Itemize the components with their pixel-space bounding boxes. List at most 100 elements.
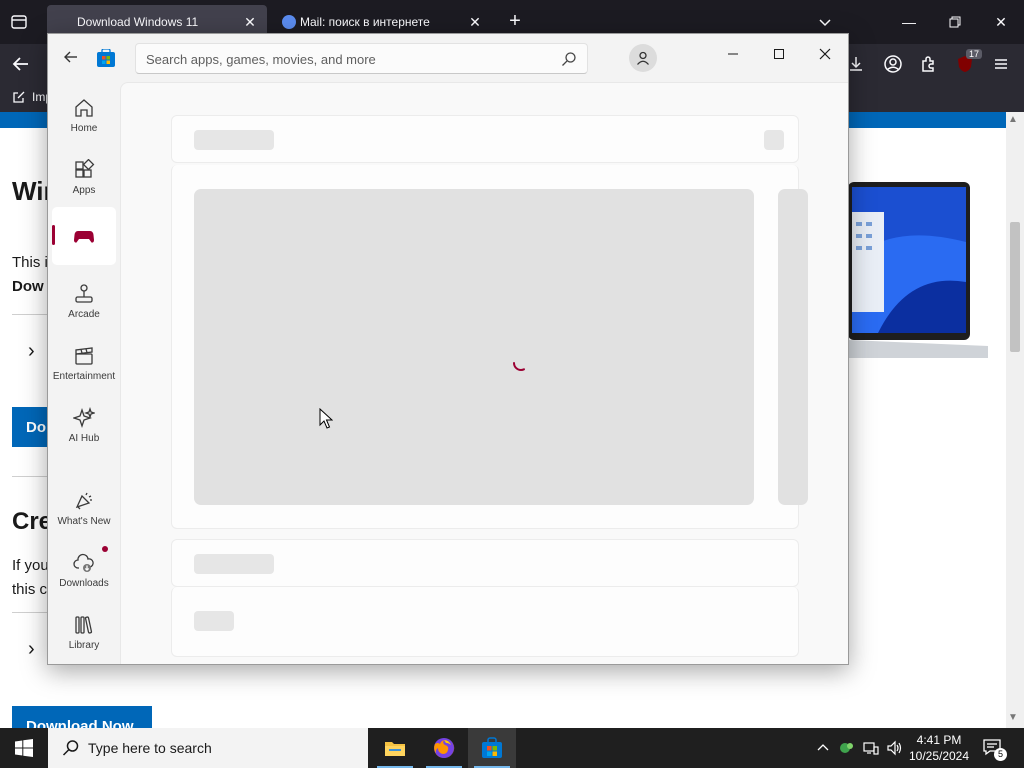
download-now-button[interactable]: Download Now — [12, 706, 152, 728]
tab-label: Download Windows 11 — [77, 15, 199, 29]
extension-badge: 17 — [965, 49, 982, 59]
close-button[interactable] — [810, 40, 840, 68]
clock-time: 4:41 PM — [916, 733, 962, 747]
nav-label: Library — [68, 639, 100, 651]
nav-item-apps[interactable]: Apps — [52, 148, 116, 206]
page-scrollbar[interactable] — [1006, 112, 1024, 728]
file-explorer-button[interactable] — [371, 728, 419, 768]
microsoft-store-window: Home Apps Arcade Entertainment AI Hub Wh… — [47, 33, 849, 665]
section-text: If you this c — [12, 554, 49, 602]
menu-hamburger-icon[interactable] — [990, 53, 1012, 75]
nav-item-home[interactable]: Home — [52, 86, 116, 144]
skeleton-section-header — [171, 539, 799, 587]
store-title-bar — [48, 34, 848, 82]
nav-label: Downloads — [59, 577, 109, 589]
section-text-line: If you — [12, 557, 49, 574]
chevron-up-icon[interactable] — [815, 740, 831, 756]
list-all-tabs-icon[interactable] — [9, 12, 29, 32]
extensions-icon[interactable] — [918, 53, 940, 75]
nav-label: Home — [70, 122, 98, 134]
library-icon — [75, 615, 93, 634]
chevron-down-icon[interactable] — [816, 13, 834, 31]
nav-item-whats-new[interactable]: What's New — [52, 479, 116, 537]
laptop-image — [848, 182, 988, 358]
store-content-area — [120, 82, 848, 664]
nav-label: Arcade — [68, 308, 100, 320]
scrollbar-thumb[interactable] — [1010, 222, 1020, 352]
apps-icon — [75, 158, 95, 178]
skeleton-item — [194, 611, 234, 631]
store-logo-icon — [97, 49, 115, 67]
restore-browser-button[interactable] — [940, 8, 970, 36]
megaphone-icon — [75, 492, 92, 509]
nav-label: AI Hub — [68, 432, 100, 444]
selected-indicator — [52, 225, 55, 245]
nav-item-ai-hub[interactable]: AI Hub — [52, 396, 116, 454]
page-text: This i — [12, 254, 48, 271]
chevron-right-icon[interactable]: › — [28, 638, 35, 661]
skeleton-section-card — [171, 587, 799, 657]
joystick-icon — [75, 283, 93, 303]
skeleton-title — [194, 130, 274, 150]
ublock-icon[interactable]: 17 — [954, 49, 982, 75]
skeleton-title — [194, 554, 274, 574]
windows-logo-icon — [15, 739, 33, 757]
cloud-download-icon — [73, 553, 94, 572]
notification-count-badge: 5 — [994, 748, 1007, 761]
nav-item-entertainment[interactable]: Entertainment — [52, 334, 116, 392]
sparkle-icon — [73, 406, 95, 428]
maximize-button[interactable] — [764, 40, 794, 68]
nav-label: Entertainment — [52, 370, 116, 382]
nav-label: What's New — [57, 515, 111, 527]
store-nav-rail: Home Apps Arcade Entertainment AI Hub Wh… — [48, 82, 120, 664]
clock-date: 10/25/2024 — [908, 749, 970, 763]
windows-taskbar: Type here to search 4:41 PM 10/25/2024 5 — [0, 728, 1024, 768]
clapperboard-icon — [75, 346, 93, 365]
volume-icon[interactable] — [886, 740, 902, 756]
close-browser-button[interactable]: ✕ — [986, 8, 1016, 36]
close-tab-icon[interactable]: ✕ — [243, 15, 257, 29]
gamepad-icon — [74, 231, 94, 243]
chevron-right-icon[interactable]: › — [28, 340, 35, 363]
search-icon — [62, 740, 79, 756]
taskbar-search-box[interactable]: Type here to search — [48, 728, 368, 768]
firefox-button[interactable] — [420, 728, 468, 768]
minimize-browser-button[interactable]: — — [894, 8, 924, 36]
skeleton-button — [764, 130, 784, 150]
store-icon — [482, 737, 502, 758]
home-icon — [75, 98, 93, 117]
folder-icon — [385, 742, 405, 756]
close-tab-icon[interactable]: ✕ — [468, 15, 482, 29]
account-icon[interactable] — [882, 53, 904, 75]
skeleton-hero-next — [778, 189, 808, 505]
store-search-input[interactable] — [146, 50, 546, 68]
taskbar-clock[interactable]: 4:41 PM 10/25/2024 — [905, 732, 973, 764]
back-arrow-icon[interactable] — [62, 48, 82, 68]
loading-spinner-icon — [513, 362, 529, 371]
new-tab-icon[interactable]: + — [505, 11, 525, 32]
update-badge-dot — [102, 546, 108, 552]
tray-app-icon[interactable] — [839, 740, 855, 756]
nav-item-gaming[interactable] — [52, 207, 116, 265]
scroll-up-icon[interactable]: ▲ — [1008, 114, 1018, 125]
skeleton-header-card — [171, 115, 799, 163]
skeleton-hero-card — [171, 165, 808, 529]
skeleton-hero-image — [194, 189, 754, 505]
page-text-bold: Dow — [12, 278, 44, 295]
start-button[interactable] — [0, 728, 48, 768]
taskbar-search-placeholder: Type here to search — [88, 740, 212, 756]
nav-item-library[interactable]: Library — [52, 603, 116, 661]
bookmark-import[interactable]: Imp — [12, 90, 52, 104]
minimize-button[interactable] — [718, 40, 748, 68]
back-arrow-icon[interactable] — [10, 53, 34, 75]
network-icon[interactable] — [863, 740, 879, 756]
scroll-down-icon[interactable]: ▼ — [1008, 712, 1018, 723]
nav-item-arcade[interactable]: Arcade — [52, 272, 116, 330]
import-icon — [13, 91, 25, 103]
nav-label: Apps — [72, 184, 96, 196]
store-search-box[interactable] — [135, 43, 588, 74]
microsoft-store-button[interactable] — [468, 728, 516, 768]
profile-avatar-icon[interactable] — [629, 44, 657, 72]
tab-label: Mail: поиск в интернете — [300, 15, 430, 29]
search-icon[interactable] — [561, 51, 577, 67]
